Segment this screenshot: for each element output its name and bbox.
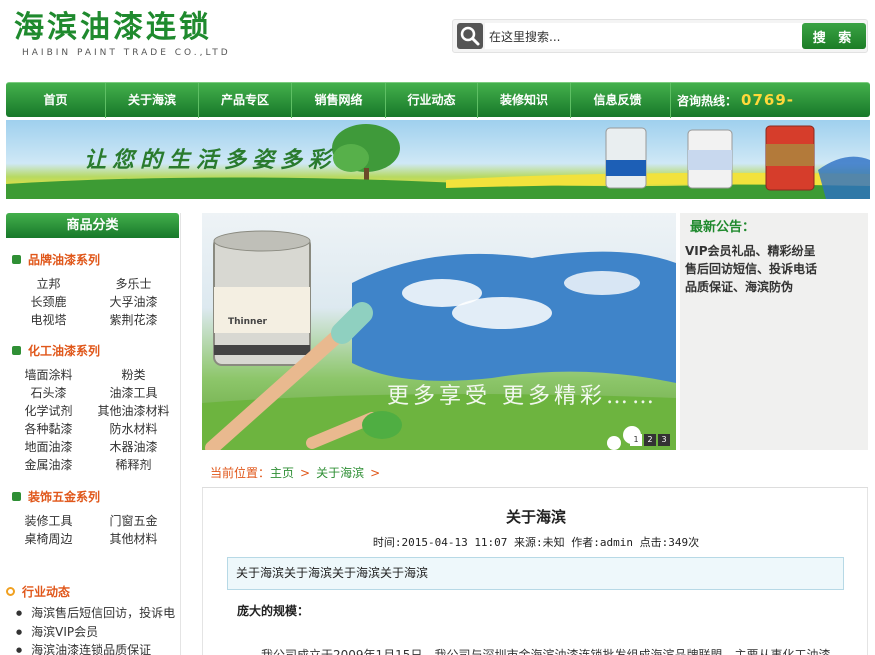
nav-industry-news[interactable]: 行业动态 [386,83,478,118]
logo-subtitle: HAIBIN PAINT TRADE CO.,LTD [22,48,231,58]
category-chemical-paint[interactable]: 化工油漆系列 [12,342,100,359]
nav-decoration-tips[interactable]: 装修知识 [478,83,571,118]
announcement-link[interactable]: VIP会员礼品、精彩纷呈 [685,242,816,259]
square-bullet-icon [12,492,21,501]
news-link[interactable]: 海滨油漆连锁品质保证 [16,641,151,655]
category-link[interactable]: 油漆工具 [91,384,176,401]
category-link[interactable]: 其他材料 [91,530,176,547]
breadcrumb-prefix: 当前位置： [210,466,271,480]
category-link[interactable]: 装修工具 [6,512,91,529]
category-link[interactable]: 电视塔 [6,311,91,328]
nav-sales-network[interactable]: 销售网络 [292,83,386,118]
announcement-title: 最新公告： [690,220,756,235]
search-icon [457,23,483,49]
breadcrumb-home[interactable]: 主页 [270,466,294,480]
category-title: 化工油漆系列 [28,344,101,358]
category-title: 品牌油漆系列 [28,253,101,267]
slide-dot[interactable]: 3 [658,434,670,446]
nav-about[interactable]: 关于海滨 [106,83,199,118]
banner-slogan: 让您的生活多姿多彩 [84,147,337,173]
industry-news-title[interactable]: 行业动态 [6,583,70,600]
main-nav: 首页 关于海滨 产品专区 销售网络 行业动态 装修知识 信息反馈 咨询热线： 07… [6,82,870,145]
article-meta: 时间:2015-04-13 11:07 来源:未知 作者:admin 点击:34… [372,536,700,549]
logo-title: 海滨油漆连锁 [14,10,212,45]
category-link[interactable]: 立邦 [6,275,91,292]
nav-products[interactable]: 产品专区 [199,83,292,118]
top-banner: 让您的生活多姿多彩 [6,120,870,199]
news-title-text: 行业动态 [22,585,71,599]
announcement-link[interactable]: 品质保证、海滨防伪 [685,278,793,295]
category-link[interactable]: 防水材料 [91,420,176,437]
nav-feedback[interactable]: 信息反馈 [571,83,664,118]
category-hardware[interactable]: 装饰五金系列 [12,488,100,505]
category-link[interactable]: 桌椅周边 [6,530,91,547]
hero-slideshow[interactable]: Thinner 更多享受 更多精彩…… 123 [202,213,676,450]
category-title: 装饰五金系列 [28,490,101,504]
article: 关于海滨 时间:2015-04-13 11:07 来源:未知 作者:admin … [202,488,868,655]
hotline-label: 咨询热线： [677,94,738,108]
category-link[interactable]: 各种黏漆 [6,420,91,437]
announcement-panel: 最新公告： VIP会员礼品、精彩纷呈 售后回访短信、投诉电话 品质保证、海滨防伪 [680,213,868,450]
slide-caption: 更多享受 更多精彩…… [387,384,658,409]
category-link[interactable]: 地面油漆 [6,438,91,455]
news-link[interactable]: 海滨售后短信回访，投诉电 [16,604,175,621]
article-body: 我公司成立于2009年1月15日，我公司与深圳市金海滨油漆连锁批发组成海滨品牌联… [261,648,831,655]
category-link[interactable]: 多乐士 [91,275,176,292]
square-bullet-icon [12,346,21,355]
search-input[interactable] [485,23,827,49]
breadcrumb-current[interactable]: 关于海滨 [316,466,364,480]
category-link[interactable]: 长颈鹿 [6,293,91,310]
slide-dot[interactable]: 1 [630,434,642,446]
category-link[interactable]: 墙面涂料 [6,366,91,383]
sidebar-heading: 商品分类 [6,213,179,238]
announcement-link[interactable]: 售后回访短信、投诉电话 [685,260,817,277]
category-link[interactable]: 稀释剂 [91,456,176,473]
article-summary: 关于海滨关于海滨关于海滨关于海滨 [227,557,844,590]
slide-pager: 123 [628,431,670,446]
category-brand-paint[interactable]: 品牌油漆系列 [12,251,100,268]
page: 海滨油漆连锁 HAIBIN PAINT TRADE CO.,LTD 搜 索 首页… [0,0,875,655]
category-link[interactable]: 粉类 [91,366,176,383]
search-bar: 搜 索 [452,19,868,53]
category-link[interactable]: 大孚油漆 [91,293,176,310]
category-link[interactable]: 门窗五金 [91,512,176,529]
breadcrumb-separator: > [370,466,381,480]
site-logo[interactable]: 海滨油漆连锁 HAIBIN PAINT TRADE CO.,LTD [14,10,231,58]
article-title: 关于海滨 [505,508,566,526]
nav-home[interactable]: 首页 [6,83,106,118]
category-link[interactable]: 其他油漆材料 [91,402,176,419]
circle-bullet-icon [6,587,15,596]
category-link[interactable]: 木器油漆 [91,438,176,455]
search-button[interactable]: 搜 索 [802,23,866,49]
category-link[interactable]: 石头漆 [6,384,91,401]
hotline: 咨询热线：0769-22429538 [670,83,870,145]
category-link[interactable]: 金属油漆 [6,456,91,473]
product-sidebar: 商品分类 品牌油漆系列 立邦 多乐士 长颈鹿 大孚油漆 电视塔 紫荆花漆 化工油… [6,213,181,655]
breadcrumb-separator: > [300,466,311,480]
square-bullet-icon [12,255,21,264]
category-link[interactable]: 紫荆花漆 [91,311,176,328]
news-link[interactable]: 海滨VIP会员 [16,623,98,640]
breadcrumb: 当前位置：主页 > 关于海滨 > [202,460,868,488]
slide-image [202,230,676,450]
can-label: Thinner [228,317,267,327]
article-subheading: 庞大的规模： [237,604,310,618]
category-link[interactable]: 化学试剂 [6,402,91,419]
slide-dot[interactable]: 2 [644,434,656,446]
